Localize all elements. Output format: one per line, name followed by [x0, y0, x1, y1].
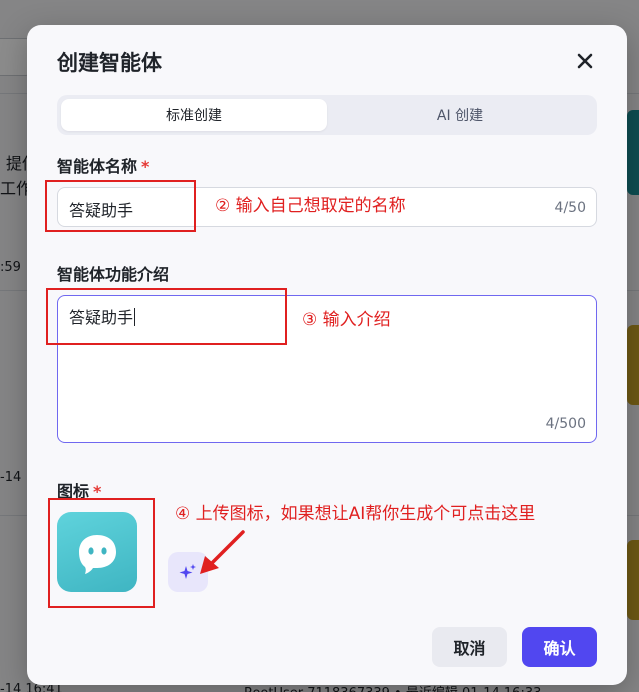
annotation-arrow-icon [200, 530, 245, 574]
annotation-box-icon [48, 498, 155, 608]
intro-label-text: 智能体功能介绍 [57, 265, 170, 284]
annotation-box-intro [46, 288, 287, 345]
tab-ai-create[interactable]: AI 创建 [327, 99, 593, 131]
close-button[interactable] [573, 49, 597, 73]
name-char-counter: 4/50 [554, 200, 586, 216]
confirm-button[interactable]: 确认 [522, 627, 597, 667]
annotation-step2: ② 输入自己想取定的名称 [215, 196, 406, 216]
required-mark: * [141, 157, 150, 176]
intro-char-counter: 4/500 [545, 416, 586, 432]
annotation-box-name [45, 180, 196, 232]
close-icon [577, 53, 593, 69]
intro-field-label: 智能体功能介绍 [57, 261, 169, 285]
dialog-title: 创建智能体 [57, 51, 162, 75]
tab-standard-create[interactable]: 标准创建 [61, 99, 327, 131]
name-label-text: 智能体名称 [57, 157, 138, 176]
annotation-step3: ③ 输入介绍 [302, 310, 391, 330]
create-mode-tabs: 标准创建 AI 创建 [57, 95, 597, 135]
cancel-button[interactable]: 取消 [432, 627, 507, 667]
name-field-label: 智能体名称 * [57, 153, 149, 177]
annotation-step4: ④ 上传图标，如果想让AI帮你生成个可点击这里 [175, 504, 536, 524]
